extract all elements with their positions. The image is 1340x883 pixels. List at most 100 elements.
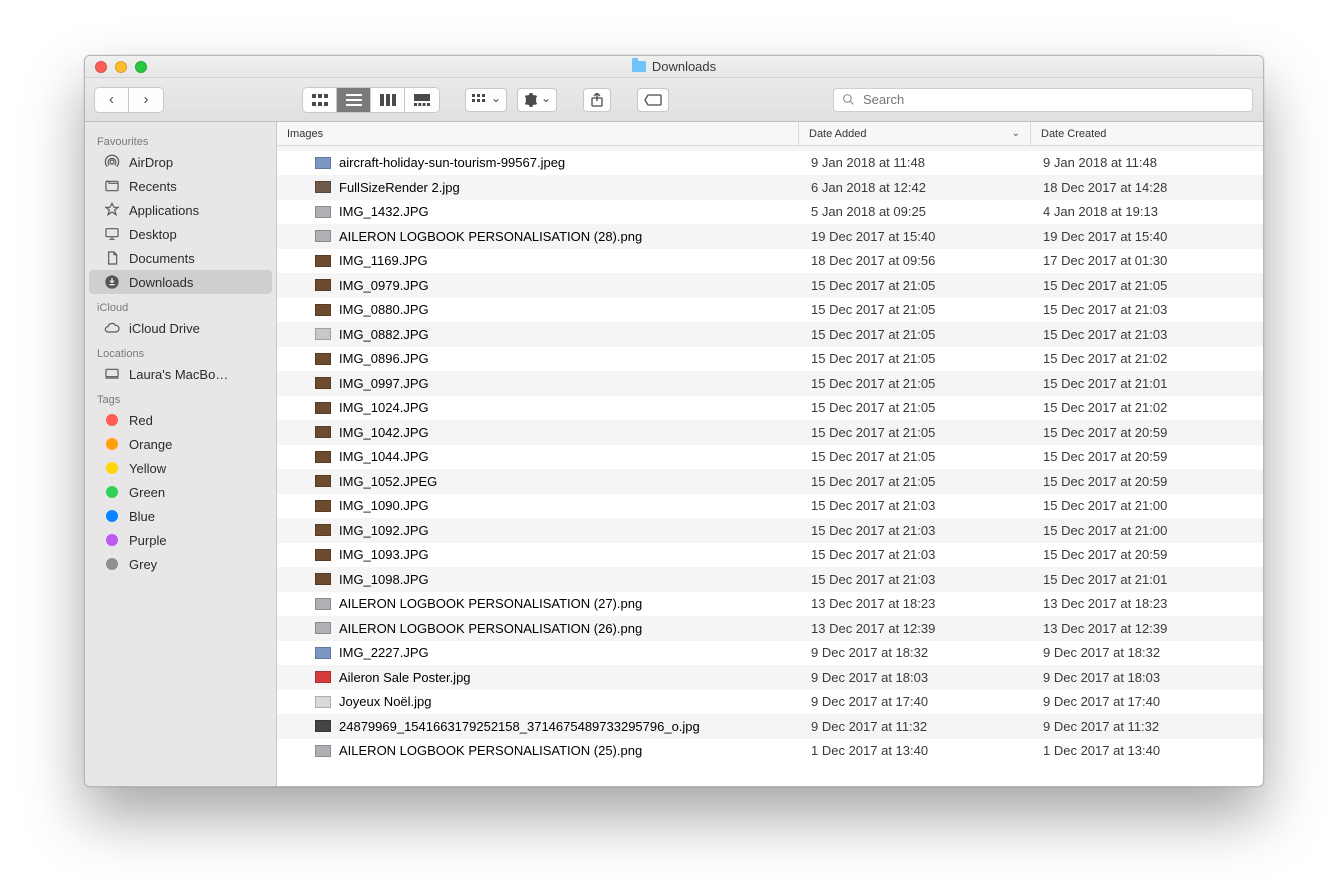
file-row[interactable]: 24879969_1541663179252158_37146754897332…	[277, 714, 1263, 739]
share-button[interactable]	[583, 88, 611, 112]
file-row[interactable]: IMG_1042.JPG15 Dec 2017 at 21:0515 Dec 2…	[277, 420, 1263, 445]
file-name: IMG_0880.JPG	[339, 302, 429, 317]
file-row[interactable]: IMG_1092.JPG15 Dec 2017 at 21:0315 Dec 2…	[277, 518, 1263, 543]
icon-view-button[interactable]	[303, 88, 337, 112]
tag-dot-icon	[103, 412, 121, 428]
file-row[interactable]: AILERON LOGBOOK PERSONALISATION (28).png…	[277, 224, 1263, 249]
sidebar-item[interactable]: iCloud Drive	[89, 316, 272, 340]
group-by-button[interactable]	[465, 88, 507, 112]
file-date-created: 15 Dec 2017 at 20:59	[1031, 449, 1263, 464]
file-name-cell: 24879969_1541663179252158_37146754897332…	[277, 719, 799, 734]
sidebar-item[interactable]: Laura's MacBo…	[89, 362, 272, 386]
file-date-created: 1 Dec 2017 at 13:40	[1031, 743, 1263, 758]
sidebar: FavouritesAirDropRecentsApplicationsDesk…	[85, 122, 277, 786]
file-date-created: 9 Dec 2017 at 11:32	[1031, 719, 1263, 734]
file-name-cell: AILERON LOGBOOK PERSONALISATION (28).png	[277, 229, 799, 244]
file-date-added: 6 Jan 2018 at 12:42	[799, 180, 1031, 195]
file-row[interactable]: AILERON LOGBOOK PERSONALISATION (25).png…	[277, 739, 1263, 764]
action-menu-button[interactable]	[517, 88, 557, 112]
file-row[interactable]: IMG_1052.JPEG15 Dec 2017 at 21:0515 Dec …	[277, 469, 1263, 494]
file-row[interactable]: IMG_1169.JPG18 Dec 2017 at 09:5617 Dec 2…	[277, 249, 1263, 274]
search-input[interactable]	[861, 91, 1244, 108]
gallery-view-button[interactable]	[405, 88, 439, 112]
list-view-button[interactable]	[337, 88, 371, 112]
window-body: FavouritesAirDropRecentsApplicationsDesk…	[85, 122, 1263, 786]
zoom-button[interactable]	[135, 61, 147, 73]
file-row[interactable]: IMG_1432.JPG5 Jan 2018 at 09:254 Jan 201…	[277, 200, 1263, 225]
sidebar-item[interactable]: Purple	[89, 528, 272, 552]
sidebar-item[interactable]: Recents	[89, 174, 272, 198]
file-row[interactable]: AILERON LOGBOOK PERSONALISATION (26).png…	[277, 616, 1263, 641]
sidebar-item[interactable]: AirDrop	[89, 150, 272, 174]
file-date-created: 15 Dec 2017 at 21:03	[1031, 302, 1263, 317]
column-added[interactable]: Date Added ⌄	[799, 122, 1031, 145]
sidebar-item[interactable]: Applications	[89, 198, 272, 222]
column-name[interactable]: Images	[277, 122, 799, 145]
file-date-added: 15 Dec 2017 at 21:05	[799, 400, 1031, 415]
file-name: IMG_1044.JPG	[339, 449, 429, 464]
file-row[interactable]: IMG_1098.JPG15 Dec 2017 at 21:0315 Dec 2…	[277, 567, 1263, 592]
file-date-created: 9 Dec 2017 at 18:03	[1031, 670, 1263, 685]
file-row[interactable]: IMG_0896.JPG15 Dec 2017 at 21:0515 Dec 2…	[277, 347, 1263, 372]
file-row[interactable]: IMG_1024.JPG15 Dec 2017 at 21:0515 Dec 2…	[277, 396, 1263, 421]
search-field[interactable]	[833, 88, 1253, 112]
file-name-cell: IMG_0979.JPG	[277, 278, 799, 293]
file-thumbnail-icon	[315, 230, 331, 242]
file-thumbnail-icon	[315, 745, 331, 757]
file-row[interactable]: IMG_2227.JPG9 Dec 2017 at 18:329 Dec 201…	[277, 641, 1263, 666]
file-date-added: 15 Dec 2017 at 21:03	[799, 523, 1031, 538]
file-row[interactable]: aircraft-holiday-sun-tourism-99567.jpeg9…	[277, 151, 1263, 176]
column-view-button[interactable]	[371, 88, 405, 112]
file-date-added: 15 Dec 2017 at 21:05	[799, 302, 1031, 317]
file-name-cell: Aileron Sale Poster.jpg	[277, 670, 799, 685]
file-name: FullSizeRender 2.jpg	[339, 180, 460, 195]
file-thumbnail-icon	[315, 181, 331, 193]
device-icon	[103, 366, 121, 382]
sidebar-item[interactable]: Red	[89, 408, 272, 432]
file-row[interactable]: Joyeux Noël.jpg9 Dec 2017 at 17:409 Dec …	[277, 690, 1263, 715]
sidebar-item[interactable]: Orange	[89, 432, 272, 456]
forward-button[interactable]	[129, 88, 163, 112]
file-name-cell: IMG_1042.JPG	[277, 425, 799, 440]
file-date-created: 15 Dec 2017 at 20:59	[1031, 547, 1263, 562]
sidebar-item[interactable]: Green	[89, 480, 272, 504]
close-button[interactable]	[95, 61, 107, 73]
file-row[interactable]: IMG_1044.JPG15 Dec 2017 at 21:0515 Dec 2…	[277, 445, 1263, 470]
file-row[interactable]: IMG_0997.JPG15 Dec 2017 at 21:0515 Dec 2…	[277, 371, 1263, 396]
file-date-created: 15 Dec 2017 at 21:00	[1031, 498, 1263, 513]
column-created-label: Date Created	[1041, 128, 1106, 140]
file-row[interactable]: IMG_0882.JPG15 Dec 2017 at 21:0515 Dec 2…	[277, 322, 1263, 347]
file-date-added: 15 Dec 2017 at 21:05	[799, 351, 1031, 366]
folder-icon	[632, 61, 646, 72]
sidebar-item[interactable]: Grey	[89, 552, 272, 576]
tag-dot-icon	[103, 484, 121, 500]
file-date-added: 5 Jan 2018 at 09:25	[799, 204, 1031, 219]
file-name-cell: IMG_1432.JPG	[277, 204, 799, 219]
file-name-cell: IMG_1024.JPG	[277, 400, 799, 415]
back-button[interactable]	[95, 88, 129, 112]
sidebar-item[interactable]: Blue	[89, 504, 272, 528]
sidebar-item-label: Orange	[129, 437, 172, 452]
file-row[interactable]: IMG_0979.JPG15 Dec 2017 at 21:0515 Dec 2…	[277, 273, 1263, 298]
file-row[interactable]: IMG_0880.JPG 15 Dec 2017 at 21:0515 Dec 2…	[277, 298, 1263, 323]
column-headers: Images Date Added ⌄ Date Created	[277, 122, 1263, 146]
file-row[interactable]: FullSizeRender 2.jpg6 Jan 2018 at 12:421…	[277, 175, 1263, 200]
file-name: AILERON LOGBOOK PERSONALISATION (27).png	[339, 596, 642, 611]
minimize-button[interactable]	[115, 61, 127, 73]
sidebar-item[interactable]: Yellow	[89, 456, 272, 480]
column-created[interactable]: Date Created	[1031, 122, 1263, 145]
file-row[interactable]: IMG_1093.JPG15 Dec 2017 at 21:0315 Dec 2…	[277, 543, 1263, 568]
file-row[interactable]: AILERON LOGBOOK PERSONALISATION (27).png…	[277, 592, 1263, 617]
file-name: Joyeux Noël.jpg	[339, 694, 432, 709]
sidebar-item[interactable]: Downloads	[89, 270, 272, 294]
file-name-cell: AILERON LOGBOOK PERSONALISATION (26).png	[277, 621, 799, 636]
tags-button[interactable]	[637, 88, 669, 112]
file-date-created: 15 Dec 2017 at 20:59	[1031, 425, 1263, 440]
sidebar-item[interactable]: Desktop	[89, 222, 272, 246]
file-row[interactable]: Aileron Sale Poster.jpg9 Dec 2017 at 18:…	[277, 665, 1263, 690]
file-date-created: 15 Dec 2017 at 21:00	[1031, 523, 1263, 538]
file-date-added: 9 Dec 2017 at 18:03	[799, 670, 1031, 685]
file-row[interactable]: IMG_1090.JPG15 Dec 2017 at 21:0315 Dec 2…	[277, 494, 1263, 519]
search-icon	[842, 93, 855, 106]
sidebar-item[interactable]: Documents	[89, 246, 272, 270]
